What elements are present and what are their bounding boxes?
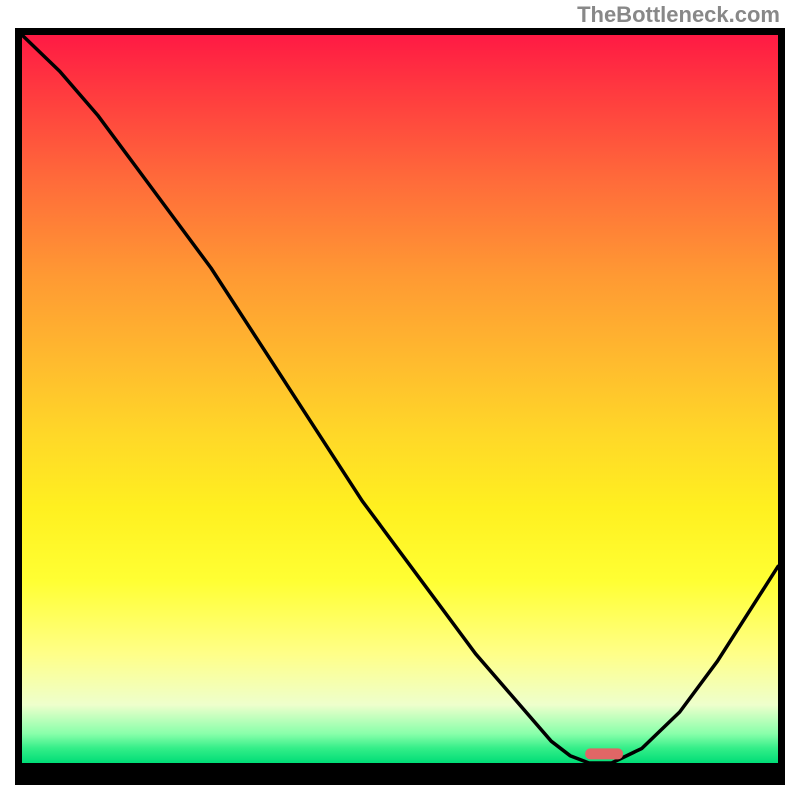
watermark-text: TheBottleneck.com	[577, 2, 780, 28]
bottleneck-curve	[22, 35, 778, 763]
chart-plot-area	[15, 28, 785, 785]
chart-overlay	[22, 35, 778, 763]
optimum-marker	[585, 748, 623, 759]
